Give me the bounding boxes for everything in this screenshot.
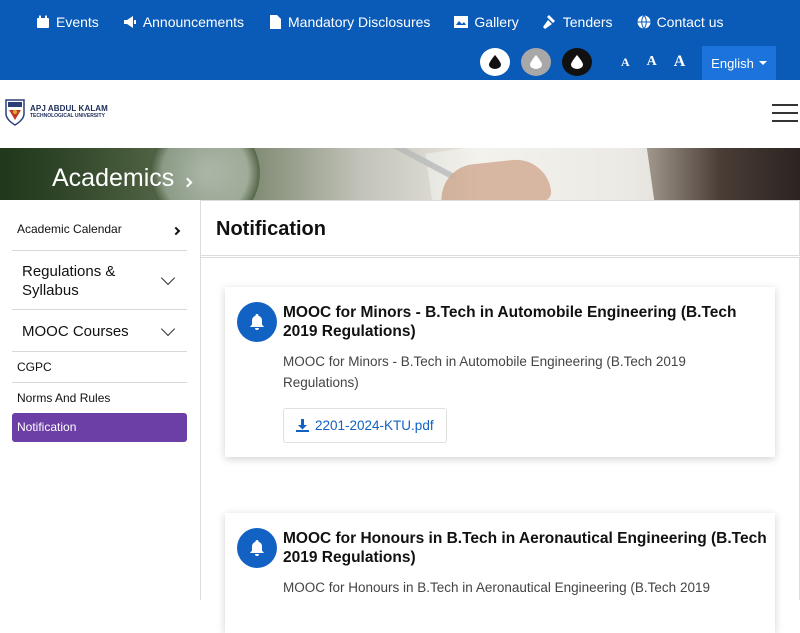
- logo-line-2: TECHNOLOGICAL UNIVERSITY: [30, 112, 105, 119]
- site-header: APJ ABDUL KALAM TECHNOLOGICAL UNIVERSITY: [0, 80, 800, 148]
- logo-line-1: APJ ABDUL KALAM: [30, 103, 108, 113]
- notification-description: MOOC for Honours in B.Tech in Aeronautic…: [283, 580, 710, 595]
- download-icon: [296, 419, 309, 432]
- calendar-icon: [37, 15, 49, 28]
- droplet-icon: [530, 55, 542, 69]
- accessibility-tools: A A A: [480, 48, 685, 76]
- sidebar-item-regulations-syllabus[interactable]: Regulations & Syllabus: [12, 252, 187, 310]
- top-bar: Events Announcements Mandatory Disclosur…: [0, 0, 800, 80]
- download-file-name: 2201-2024-KTU.pdf: [315, 418, 434, 433]
- bell-icon: [237, 528, 277, 568]
- university-logo[interactable]: APJ ABDUL KALAM TECHNOLOGICAL UNIVERSITY: [4, 97, 108, 127]
- nav-tenders[interactable]: Tenders: [542, 14, 613, 30]
- chevron-right-icon: [171, 226, 181, 236]
- sidebar-item-academic-calendar[interactable]: Academic Calendar: [12, 212, 187, 251]
- nav-contact-us[interactable]: Contact us: [637, 14, 724, 30]
- sidebar-item-notification[interactable]: Notification: [12, 413, 187, 442]
- nav-events[interactable]: Events: [36, 14, 99, 30]
- notification-card: MOOC for Minors - B.Tech in Automobile E…: [225, 287, 775, 457]
- download-link[interactable]: 2201-2024-KTU.pdf: [283, 408, 447, 443]
- notification-title: MOOC for Honours in B.Tech in Aeronautic…: [283, 530, 767, 566]
- sidebar-item-norms-and-rules[interactable]: Norms And Rules: [12, 384, 187, 413]
- nav-events-label: Events: [56, 14, 99, 30]
- hamburger-icon[interactable]: [772, 104, 798, 124]
- image-icon: [454, 16, 469, 28]
- top-nav: Events Announcements Mandatory Disclosur…: [36, 14, 724, 30]
- emblem-icon: [4, 97, 26, 127]
- banner-title-text: Academics: [52, 164, 175, 192]
- caret-down-icon: [758, 61, 767, 65]
- gavel-icon: [542, 15, 555, 29]
- document-icon: [270, 15, 281, 29]
- sidebar-item-label: CGPC: [17, 360, 52, 374]
- sidebar-item-label: MOOC Courses: [22, 323, 129, 340]
- nav-announcements[interactable]: Announcements: [123, 14, 244, 30]
- nav-contact-us-label: Contact us: [656, 14, 724, 30]
- nav-mandatory-disclosures-label: Mandatory Disclosures: [288, 14, 431, 30]
- sidebar-item-label: Notification: [17, 420, 77, 434]
- nav-tenders-label: Tenders: [562, 14, 613, 30]
- language-dropdown[interactable]: English: [702, 46, 776, 80]
- nav-gallery[interactable]: Gallery: [454, 14, 519, 30]
- megaphone-icon: [123, 16, 136, 28]
- content-header: Notification: [201, 200, 800, 256]
- droplet-icon: [571, 55, 583, 69]
- chevron-right-icon: [182, 177, 193, 188]
- sidebar-item-cgpc[interactable]: CGPC: [12, 353, 187, 383]
- font-size-small-button[interactable]: A: [621, 55, 630, 70]
- section-banner: Academics: [0, 148, 800, 200]
- chevron-down-icon: [160, 270, 176, 286]
- notification-title: MOOC for Minors - B.Tech in Automobile E…: [283, 304, 737, 340]
- page-title: Notification: [216, 218, 326, 240]
- nav-announcements-label: Announcements: [142, 14, 244, 30]
- sidebar-item-label: Regulations & Syllabus: [22, 263, 116, 299]
- logo-text: APJ ABDUL KALAM TECHNOLOGICAL UNIVERSITY: [30, 103, 108, 120]
- bell-icon: [237, 302, 277, 342]
- notification-card: MOOC for Honours in B.Tech in Aeronautic…: [225, 513, 775, 633]
- language-label: English: [711, 55, 754, 71]
- banner-title: Academics: [52, 164, 193, 193]
- font-size-large-button[interactable]: A: [674, 53, 686, 71]
- font-size-medium-button[interactable]: A: [647, 54, 657, 70]
- notification-description: MOOC for Minors - B.Tech in Automobile E…: [283, 354, 686, 390]
- contrast-grey-button[interactable]: [521, 48, 551, 76]
- contrast-dark-button[interactable]: [562, 48, 592, 76]
- contrast-normal-button[interactable]: [480, 48, 510, 76]
- nav-gallery-label: Gallery: [474, 14, 519, 30]
- sidebar-item-mooc-courses[interactable]: MOOC Courses: [12, 311, 187, 352]
- droplet-icon: [489, 55, 501, 69]
- sidebar: Academic Calendar Regulations & Syllabus…: [0, 200, 200, 600]
- sidebar-item-label: Norms And Rules: [17, 391, 111, 405]
- sidebar-item-label: Academic Calendar: [17, 222, 122, 236]
- globe-icon: [637, 15, 651, 29]
- chevron-down-icon: [160, 321, 176, 337]
- nav-mandatory-disclosures[interactable]: Mandatory Disclosures: [268, 14, 430, 30]
